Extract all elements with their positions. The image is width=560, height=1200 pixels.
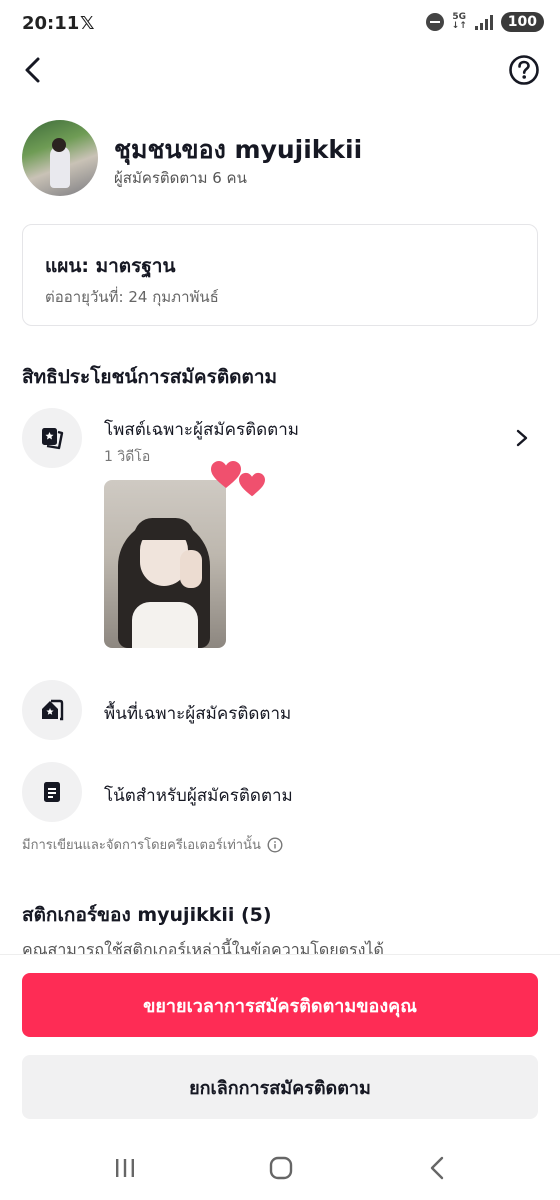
- plan-title: แผน: มาตรฐาน: [45, 255, 176, 277]
- system-navigation-bar: [0, 1140, 560, 1196]
- benefits-section-title: สิทธิประโยชน์การสมัครติดตาม: [22, 366, 278, 388]
- stickers-description: คุณสามารถใช้สติกเกอร์เหล่านี้ในข้อความโด…: [22, 940, 384, 954]
- benefit-label: โน้ตสำหรับผู้สมัครติดตาม: [104, 786, 293, 806]
- benefit-icon-container: [22, 680, 82, 740]
- signal-icon: [474, 14, 493, 30]
- benefit-icon-container: [22, 408, 82, 468]
- x-app-icon: 𝕏: [80, 13, 95, 34]
- info-icon[interactable]: [267, 836, 283, 853]
- creator-managed-note: มีการเขียนและจัดการโดยครีเอเตอร์เท่านั้น: [22, 834, 283, 855]
- avatar[interactable]: [22, 120, 98, 196]
- top-bar: [0, 48, 560, 92]
- creator-profile: ชุมชนของ myujikkii ผู้สมัครติดตาม 6 คน: [22, 120, 542, 200]
- question-circle-icon[interactable]: [508, 54, 540, 86]
- benefit-count: 1 วิดีโอ: [104, 449, 151, 465]
- battery-badge: 100: [500, 12, 544, 32]
- heart-icon: [239, 472, 265, 497]
- plan-renewal-date: ต่ออายุวันที่: 24 กุมภาพันธ์: [45, 288, 219, 306]
- benefit-label: โพสต์เฉพาะผู้สมัครติดตาม: [104, 420, 299, 440]
- do-not-disturb-icon: [425, 13, 444, 31]
- cancel-subscription-button[interactable]: ยกเลิกการสมัครติดตาม: [22, 1055, 538, 1119]
- network-type-label: 5G ↓↑: [451, 12, 467, 31]
- plan-card: แผน: มาตรฐาน ต่ออายุวันที่: 24 กุมภาพันธ…: [22, 224, 538, 326]
- back-arrow-icon[interactable]: [18, 54, 50, 86]
- status-time: 20:11: [22, 13, 80, 34]
- recent-apps-icon[interactable]: [111, 1154, 139, 1182]
- subscriber-count: ผู้สมัครติดตาม 6 คน: [114, 169, 247, 187]
- exclusive-video-thumbnail[interactable]: [104, 480, 226, 648]
- status-bar: 20:11 𝕏 5G ↓↑ 100: [0, 0, 560, 48]
- benefit-label: พื้นที่เฉพาะผู้สมัครติดตาม: [104, 704, 292, 724]
- exclusive-space-icon: [42, 699, 64, 721]
- back-nav-icon[interactable]: [424, 1154, 452, 1182]
- extend-subscription-button[interactable]: ขยายเวลาการสมัครติดตามของคุณ: [22, 973, 538, 1037]
- home-icon[interactable]: [267, 1154, 295, 1182]
- note-icon: [44, 782, 60, 802]
- community-name: ชุมชนของ myujikkii: [114, 135, 363, 164]
- chevron-right-icon[interactable]: [514, 428, 530, 448]
- benefit-icon-container: [22, 762, 82, 822]
- status-icons: 5G ↓↑ 100: [425, 12, 544, 32]
- stickers-section-title: สติกเกอร์ของ myujikkii (5): [22, 904, 272, 926]
- exclusive-post-icon: [42, 428, 64, 450]
